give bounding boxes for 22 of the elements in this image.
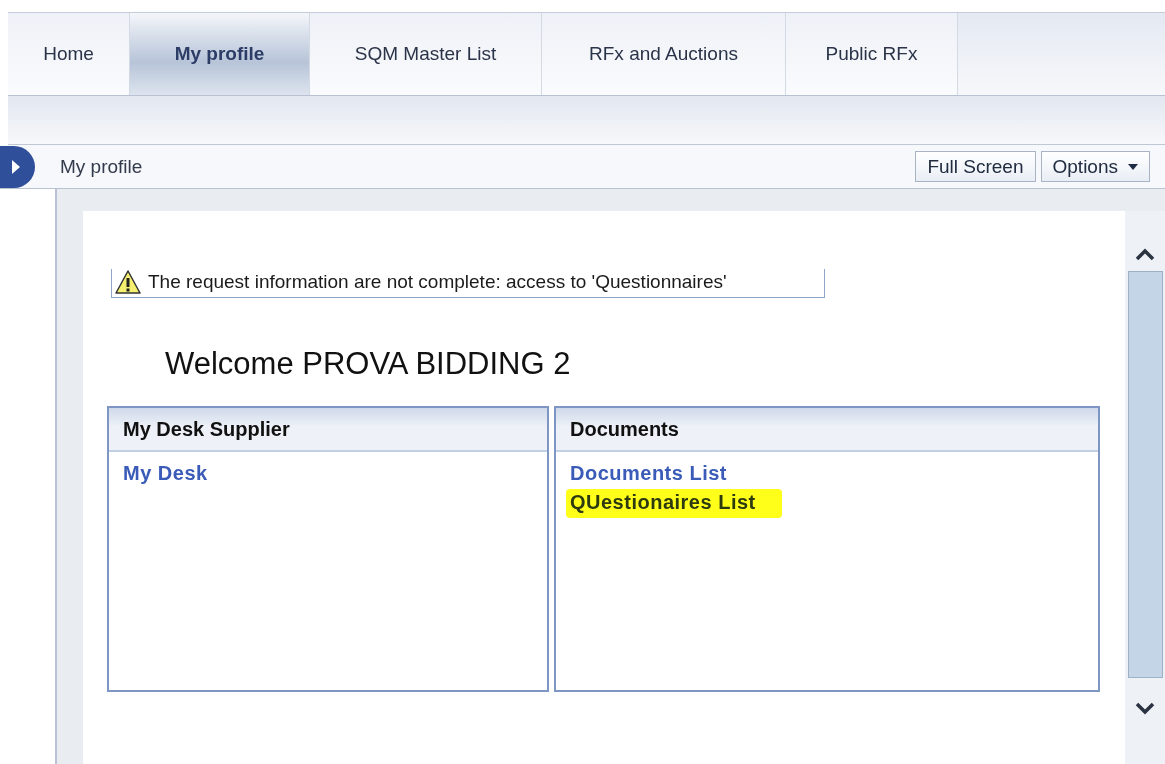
scrollbar[interactable] — [1125, 211, 1165, 764]
panel-link[interactable]: Documents List — [570, 462, 728, 485]
scroll-up-icon[interactable] — [1134, 247, 1156, 261]
warning-text: The request information are not complete: access to 'Questionnaires' — [148, 271, 727, 293]
nav-tab[interactable]: Public RFx — [786, 13, 958, 95]
nav-tab[interactable]: RFx and Auctions — [542, 13, 786, 95]
expand-icon[interactable] — [0, 143, 38, 190]
scroll-down-icon[interactable] — [1134, 702, 1156, 716]
panel-header: Documents — [556, 408, 1098, 452]
welcome-heading: Welcome PROVA BIDDING 2 — [165, 346, 572, 382]
panel-link[interactable]: My Desk — [123, 462, 208, 485]
options-menu-button[interactable]: Options — [1040, 151, 1150, 182]
nav-tab[interactable]: SQM Master List — [310, 13, 542, 95]
caret-icon — [1128, 163, 1138, 170]
nav-tab[interactable]: My profile — [130, 13, 310, 95]
scrollbar-thumb[interactable] — [1127, 271, 1163, 678]
panel-link[interactable]: QUestionaires List — [566, 489, 782, 518]
full-screen-button[interactable]: Full Screen — [915, 151, 1036, 182]
nav-tab[interactable]: Home — [8, 13, 130, 95]
warning-icon — [114, 269, 142, 295]
panel-header: My Desk Supplier — [109, 408, 547, 452]
breadcrumb: My profile — [60, 155, 143, 178]
